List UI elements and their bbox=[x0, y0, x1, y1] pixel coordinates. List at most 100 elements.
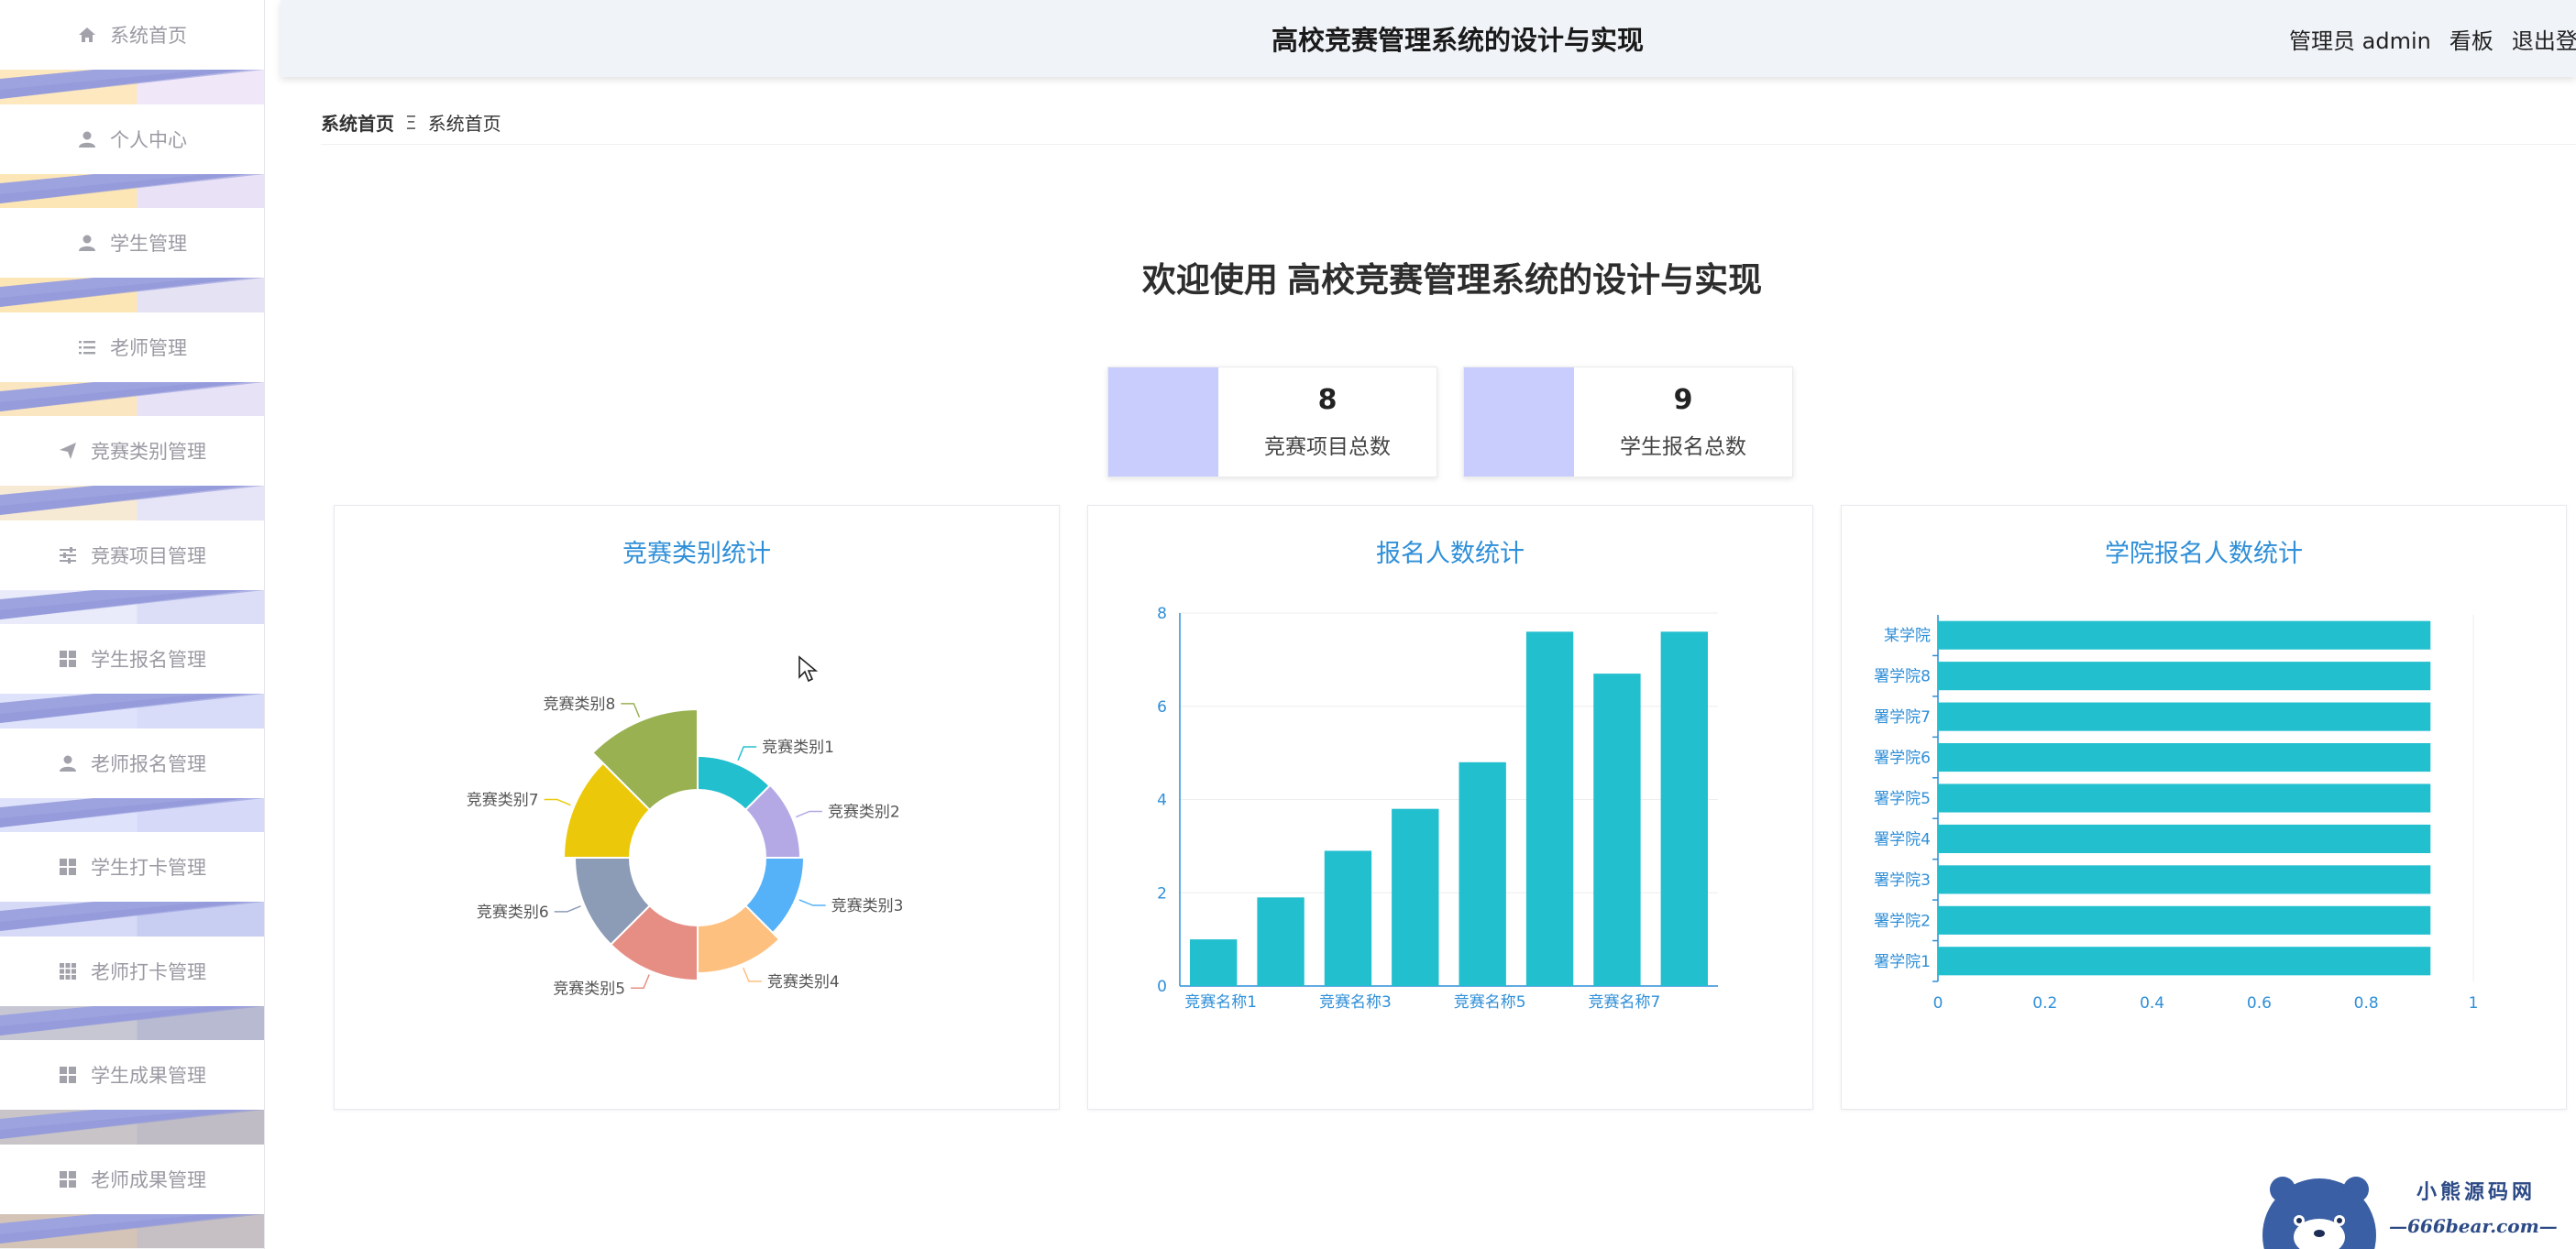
hbar[interactable] bbox=[1938, 865, 2431, 894]
bar[interactable] bbox=[1392, 808, 1439, 986]
pie-slice-label: 竞赛类别6 bbox=[477, 903, 549, 922]
pie-slice-label: 竞赛类别7 bbox=[467, 790, 539, 809]
x-tick-label: 0.6 bbox=[2247, 994, 2272, 1013]
mouse-cursor-icon bbox=[798, 655, 818, 683]
pie-label-line bbox=[631, 974, 650, 990]
watermark-title: 小熊源码网 bbox=[2416, 1180, 2537, 1204]
sidebar-item-label: 学生报名管理 bbox=[91, 649, 206, 671]
pie-label-line bbox=[798, 899, 826, 906]
welcome-heading: 欢迎使用 高校竞赛管理系统的设计与实现 bbox=[1141, 261, 1763, 299]
sidebar-item[interactable]: 系统首页 bbox=[0, 0, 264, 104]
sidebar-item[interactable]: 竞赛项目管理 bbox=[0, 520, 264, 624]
pie-slice-label: 竞赛类别3 bbox=[831, 896, 904, 915]
pie-label-line bbox=[743, 967, 762, 982]
bar[interactable] bbox=[1190, 939, 1238, 986]
sidebar-item-label: 学生管理 bbox=[110, 233, 187, 255]
send-icon bbox=[58, 441, 78, 461]
bar[interactable] bbox=[1593, 674, 1641, 986]
list-icon bbox=[77, 337, 97, 357]
sidebar-item[interactable]: 学生打卡管理 bbox=[0, 832, 264, 937]
pie-slice-label: 竞赛类别5 bbox=[553, 979, 625, 998]
registration-bar-chart: 0 2 4 6 8 竞赛名称1 竞赛名称3 竞赛名称5 竞赛名称7 bbox=[1157, 605, 1718, 1012]
hbar[interactable] bbox=[1938, 620, 2431, 650]
pie-label-line bbox=[544, 798, 571, 806]
bar[interactable] bbox=[1324, 850, 1372, 986]
x-tick-label: 0 bbox=[1933, 994, 1943, 1013]
hbar[interactable] bbox=[1938, 824, 2431, 853]
y-tick-label: 0 bbox=[1157, 978, 1167, 996]
stat-value: 9 bbox=[1673, 384, 1693, 416]
sidebar-item-label: 学生打卡管理 bbox=[91, 857, 206, 879]
y-tick-label: 署学院3 bbox=[1874, 871, 1931, 890]
y-tick-label: 署学院8 bbox=[1874, 668, 1931, 686]
bar[interactable] bbox=[1459, 761, 1506, 986]
pie-slice-label: 竞赛类别8 bbox=[544, 695, 616, 714]
sidebar-item-label: 老师打卡管理 bbox=[91, 960, 206, 983]
college-hbar-chart: 0 0.2 0.4 0.6 0.8 1 署学院1 署学院2 署学院3 署学院4 署学院5 署学院6 署学… bbox=[1874, 615, 2478, 1013]
sidebar-item[interactable]: 老师打卡管理 bbox=[0, 936, 264, 1040]
y-tick-label: 署学院6 bbox=[1874, 750, 1931, 768]
sidebar-item[interactable]: 老师管理 bbox=[0, 312, 264, 416]
bar[interactable] bbox=[1257, 897, 1305, 986]
x-tick-label: 竞赛名称1 bbox=[1184, 992, 1257, 1012]
sidebar-item-label: 竞赛项目管理 bbox=[91, 544, 206, 567]
x-tick-label: 0.4 bbox=[2140, 994, 2164, 1013]
x-tick-label: 竞赛名称7 bbox=[1589, 992, 1661, 1012]
sliders-icon bbox=[58, 545, 78, 565]
y-tick-label: 某学院 bbox=[1884, 627, 1931, 645]
pie-slice-label: 竞赛类别4 bbox=[767, 972, 840, 992]
pie-label-line bbox=[795, 810, 822, 818]
sidebar-item-label: 老师管理 bbox=[110, 336, 187, 359]
hbar[interactable] bbox=[1938, 947, 2431, 976]
app-title: 高校竞赛管理系统的设计与实现 bbox=[1271, 27, 1644, 56]
user-icon bbox=[58, 753, 78, 773]
grid-icon bbox=[58, 649, 78, 669]
y-tick-label: 署学院5 bbox=[1874, 790, 1931, 808]
sidebar-item-label: 老师成果管理 bbox=[91, 1168, 206, 1191]
hbar[interactable] bbox=[1938, 743, 2431, 772]
sidebar-item-label: 学生成果管理 bbox=[91, 1065, 206, 1087]
hbar[interactable] bbox=[1938, 905, 2431, 935]
sidebar-item[interactable]: 竞赛类别管理 bbox=[0, 416, 264, 520]
sidebar-item[interactable]: 学生报名管理 bbox=[0, 624, 264, 729]
header-user-area: 管理员 admin 看板 退出登录 bbox=[2289, 0, 2576, 77]
category-chart-panel: 竞赛类别统计 竞赛类别1 竞赛类别2 竞赛类别3 竞赛类别4 竞赛类别5 竞赛类别6 竞赛类… bbox=[334, 505, 1060, 1110]
sidebar-item[interactable]: 个人中心 bbox=[0, 104, 264, 208]
stat-card-swatch bbox=[1108, 367, 1218, 477]
sidebar-item[interactable]: 学生管理 bbox=[0, 208, 264, 312]
stat-label: 学生报名总数 bbox=[1620, 435, 1746, 459]
x-tick-label: 竞赛名称5 bbox=[1454, 992, 1526, 1012]
breadcrumb-current: 系统首页 bbox=[427, 113, 501, 135]
grid-icon bbox=[58, 1065, 78, 1085]
y-tick-label: 2 bbox=[1157, 884, 1167, 903]
grid9-icon bbox=[58, 961, 78, 981]
stat-card-registrations: 9 学生报名总数 bbox=[1463, 367, 1793, 477]
bar[interactable] bbox=[1660, 631, 1708, 986]
y-tick-label: 4 bbox=[1157, 792, 1167, 810]
x-tick-label: 0.8 bbox=[2354, 994, 2379, 1013]
hbar[interactable] bbox=[1938, 662, 2431, 691]
sidebar-item[interactable]: 老师成果管理 bbox=[0, 1144, 264, 1248]
y-tick-label: 署学院7 bbox=[1874, 708, 1931, 727]
x-tick-label: 0.2 bbox=[2032, 994, 2057, 1013]
pie-slice-label: 竞赛类别1 bbox=[762, 738, 834, 757]
dashboard-link[interactable]: 看板 bbox=[2449, 23, 2493, 55]
top-header: 高校竞赛管理系统的设计与实现 bbox=[281, 0, 2576, 77]
sidebar-item[interactable]: 学生成果管理 bbox=[0, 1040, 264, 1145]
hbar[interactable] bbox=[1938, 702, 2431, 731]
college-chart-panel: 学院报名人数统计 0 0.2 0.4 0.6 0.8 1 署学院1 署学院2 署学院3 署学院4 署… bbox=[1841, 505, 2567, 1110]
pie-slice-label: 竞赛类别2 bbox=[828, 802, 900, 821]
x-tick-label: 竞赛名称3 bbox=[1319, 992, 1392, 1012]
hbar[interactable] bbox=[1938, 783, 2431, 813]
breadcrumb-separator: Ξ bbox=[405, 111, 417, 134]
logout-link[interactable]: 退出登录 bbox=[2512, 23, 2576, 55]
pie-label-line bbox=[554, 905, 581, 913]
y-tick-label: 署学院4 bbox=[1874, 830, 1931, 849]
grid-icon bbox=[58, 857, 78, 877]
sidebar-item[interactable]: 老师报名管理 bbox=[0, 728, 264, 832]
breadcrumb-home-link[interactable]: 系统首页 bbox=[321, 109, 394, 136]
bar[interactable] bbox=[1525, 631, 1574, 986]
admin-user-label: 管理员 admin bbox=[2289, 27, 2431, 54]
sidebar: 系统首页 个人中心学生管理老师管理竞赛类别管理竞赛项目管理 学生报名管理老师报名管理… bbox=[0, 0, 265, 1249]
stat-card-swatch bbox=[1464, 367, 1574, 477]
